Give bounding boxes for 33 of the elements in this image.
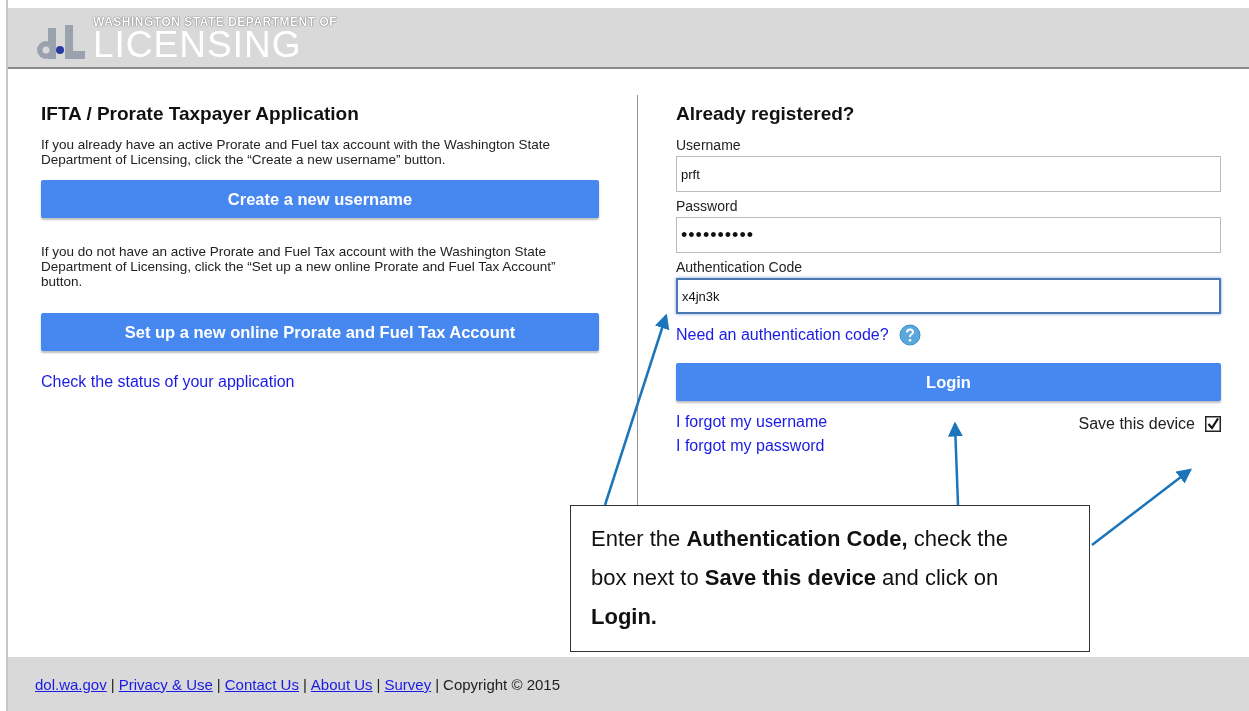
login-title: Already registered? [676,103,856,125]
footer-link[interactable]: About Us [310,675,373,693]
footer-link[interactable]: dol.wa.gov [35,675,107,693]
intro-text: If you already have an active Prorate and Fuel tax account with the Washington State Department of Licensing, click the “Create a new username” button. [41,137,552,167]
help-link[interactable]: Need an authentication code? [676,326,889,344]
save-device-label: Save this device [1078,415,1195,433]
footer-link[interactable]: Contact Us [224,675,299,693]
callout-text: Enter the Authentication Code, check the box next to Save this device and click on Login. [570,505,1090,652]
separator: | [376,675,381,693]
logo-icon [35,24,85,61]
separator: | [302,675,307,693]
forgot-link[interactable]: I forgot my password [676,437,828,455]
create-username-button[interactable]: Create a new username [41,180,599,218]
field-label: Username [676,137,742,153]
separator: | [216,675,221,693]
section-title: IFTA / Prorate Taxpayer Application [41,103,359,125]
field-label: Authentication Code [676,259,804,275]
input-field[interactable]: •••••••••• [676,217,1221,253]
help-icon[interactable] [898,324,921,346]
separator: | [110,675,115,693]
field-label: Password [676,198,739,214]
save-device-checkbox[interactable] [1205,416,1221,432]
separator: | [435,675,440,693]
setup-text: If you do not have an active Prorate and Fuel Tax account with the Washington State Department of Licensing, click the “Set up a new online Prorate and Fuel Tax Account” button. [41,244,557,289]
status-link[interactable]: Check the status of your application [41,373,295,391]
forgot-link[interactable]: I forgot my username [676,413,828,431]
footer-link[interactable]: Survey [384,675,432,693]
footer-link[interactable]: Privacy & Use [118,675,213,693]
input-field[interactable]: prft [676,156,1221,192]
copyright-text: Copyright © 2015 [443,675,560,693]
setup-account-button[interactable]: Set up a new online Prorate and Fuel Tax Account [41,313,599,351]
login-button[interactable]: Login [676,363,1221,401]
input-field[interactable]: x4jn3k [676,278,1221,314]
